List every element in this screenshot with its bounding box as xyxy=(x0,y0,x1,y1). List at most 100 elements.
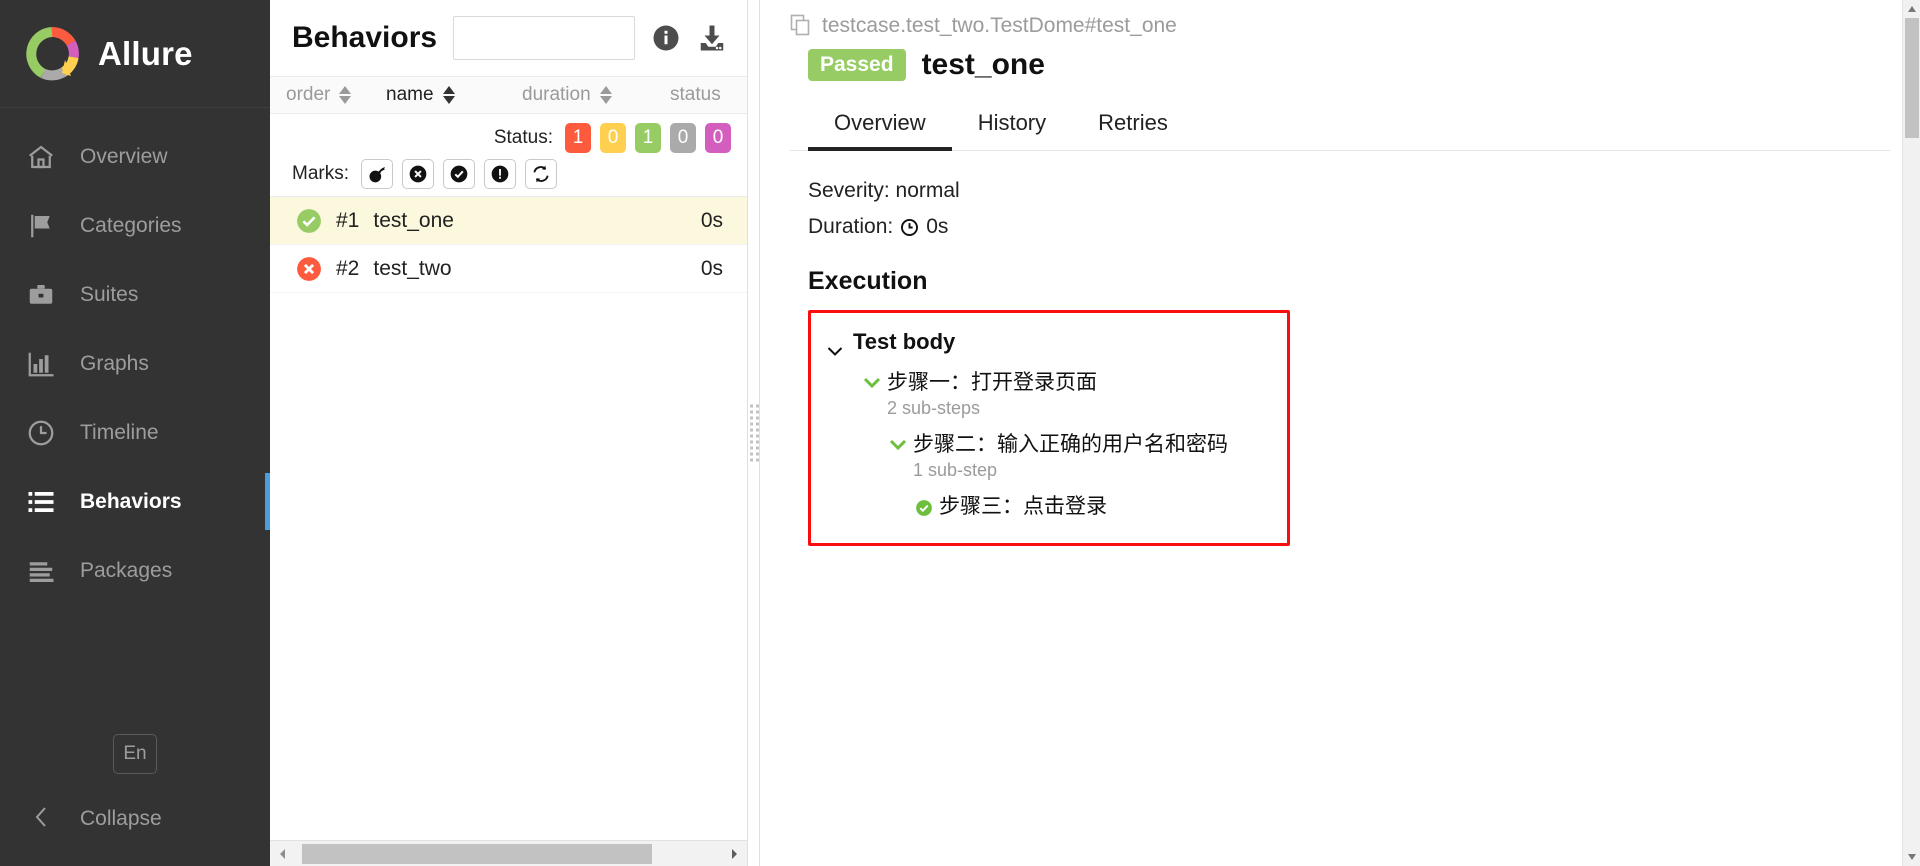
sidebar-item-label: Timeline xyxy=(80,420,159,444)
sidebar-item-graphs[interactable]: Graphs xyxy=(0,329,270,398)
column-label: duration xyxy=(522,84,591,105)
row-duration: 0s xyxy=(700,256,723,280)
sort-toggle-icon[interactable] xyxy=(339,85,352,105)
sidebar-item-label: Suites xyxy=(80,282,139,306)
status-filter-label: Status: xyxy=(493,127,553,148)
scroll-left-arrow-icon[interactable] xyxy=(270,841,296,866)
column-header-name[interactable]: name xyxy=(386,84,514,106)
panel-title: Behaviors xyxy=(292,21,438,54)
breadcrumb-text: testcase.test_two.TestDome#test_one xyxy=(822,14,1177,37)
sidebar-item-categories[interactable]: Categories xyxy=(0,191,270,260)
scrollbar-track[interactable] xyxy=(296,841,721,866)
window-vertical-scrollbar[interactable] xyxy=(1902,0,1920,866)
sidebar-nav: Overview Categories Suites Graphs Timeli… xyxy=(0,108,270,605)
status-chip-skipped[interactable]: 0 xyxy=(670,123,696,153)
sidebar: Allure Overview Categories Suites Graphs… xyxy=(0,0,270,866)
sidebar-item-label: Categories xyxy=(80,213,182,237)
list-icon xyxy=(26,487,56,517)
status-chip-unknown[interactable]: 0 xyxy=(705,123,731,153)
search-input[interactable] xyxy=(454,17,634,59)
status-chip-broken[interactable]: 0 xyxy=(600,123,626,153)
sidebar-item-label: Overview xyxy=(80,144,168,168)
test-body-label: Test body xyxy=(853,329,956,354)
test-body-container: Test body 步骤一：打开登录页面 2 sub-steps 步骤二：输入正… xyxy=(808,310,1290,547)
clock-icon xyxy=(900,218,919,237)
behaviors-panel-header: Behaviors xyxy=(270,0,747,76)
test-list: #1 test_one 0s #2 test_two 0s xyxy=(270,196,747,840)
brand-header[interactable]: Allure xyxy=(0,0,270,108)
collapse-button[interactable]: Collapse xyxy=(0,796,270,842)
tab-label: Retries xyxy=(1098,110,1168,135)
execution-heading: Execution xyxy=(808,267,928,295)
marks-filter-row: Marks: xyxy=(270,156,747,192)
chevron-down-green-icon[interactable] xyxy=(889,437,907,459)
test-detail-panel: testcase.test_two.TestDome#test_one Pass… xyxy=(760,0,1920,866)
sidebar-item-packages[interactable]: Packages xyxy=(0,536,270,605)
column-header-order[interactable]: order xyxy=(286,84,378,106)
circle-exclamation-icon[interactable] xyxy=(484,159,516,189)
panel-splitter[interactable] xyxy=(748,0,760,866)
home-icon xyxy=(26,142,56,172)
splitter-grip[interactable] xyxy=(749,404,759,462)
tab-overview[interactable]: Overview xyxy=(808,100,952,151)
duration-line: Duration: 0s xyxy=(808,209,1890,245)
test-body-toggle[interactable]: Test body xyxy=(811,323,1287,361)
sort-toggle-icon[interactable] xyxy=(599,85,613,105)
column-header-duration[interactable]: duration xyxy=(522,84,662,106)
clock-icon xyxy=(26,418,56,448)
tab-label: History xyxy=(977,110,1047,135)
circle-x-icon[interactable] xyxy=(402,159,434,189)
chevron-down-green-icon[interactable] xyxy=(863,375,881,397)
step-title: 步骤三：点击登录 xyxy=(939,495,1107,519)
status-badge: Passed xyxy=(808,49,906,81)
step-title: 步骤一：打开登录页面 xyxy=(887,371,1097,394)
sidebar-item-behaviors[interactable]: Behaviors xyxy=(0,467,270,536)
column-header-status[interactable]: status xyxy=(670,84,721,106)
tab-label: Overview xyxy=(834,110,926,135)
retry-icon[interactable] xyxy=(525,159,557,189)
sidebar-item-overview[interactable]: Overview xyxy=(0,122,270,191)
step-item[interactable]: 步骤一：打开登录页面 2 sub-steps 0s xyxy=(811,361,1287,423)
step-item[interactable]: 步骤二：输入正确的用户名和密码 1 sub-step 0s xyxy=(811,423,1287,485)
status-chip-passed[interactable]: 1 xyxy=(635,123,661,153)
status-filter-row: Status: 1 0 1 0 0 xyxy=(270,120,747,156)
tab-retries[interactable]: Retries xyxy=(1072,100,1194,150)
language-button[interactable]: En xyxy=(113,734,157,774)
search-input-wrapper[interactable] xyxy=(453,16,635,60)
page-title: test_one xyxy=(921,48,1045,81)
info-icon[interactable] xyxy=(651,23,681,53)
scroll-up-arrow-icon[interactable] xyxy=(1903,0,1920,18)
behaviors-panel: Behaviors order name duration status Sta… xyxy=(270,0,748,866)
step-substeps: 2 sub-steps xyxy=(887,398,981,419)
table-row[interactable]: #2 test_two 0s xyxy=(270,245,747,293)
row-order: #1 xyxy=(336,208,360,232)
table-row[interactable]: #1 test_one 0s xyxy=(270,197,747,245)
step-item[interactable]: 步骤三：点击登录 0s xyxy=(811,485,1287,525)
status-chip-failed[interactable]: 1 xyxy=(565,123,591,153)
circle-check-icon[interactable] xyxy=(443,159,475,189)
flag-icon xyxy=(26,211,56,241)
tab-history[interactable]: History xyxy=(952,100,1072,150)
scrollbar-thumb[interactable] xyxy=(1905,18,1919,138)
horizontal-scrollbar[interactable] xyxy=(270,840,747,866)
breadcrumb[interactable]: testcase.test_two.TestDome#test_one xyxy=(790,0,1890,44)
sidebar-item-suites[interactable]: Suites xyxy=(0,260,270,329)
panel-header-icons xyxy=(651,23,731,53)
marks-filter-label: Marks: xyxy=(292,163,349,184)
bomb-icon[interactable] xyxy=(361,159,393,189)
copy-icon[interactable] xyxy=(790,14,812,38)
step-title: 步骤二：输入正确的用户名和密码 xyxy=(913,433,1228,457)
sort-toggle-icon[interactable] xyxy=(442,85,456,105)
sidebar-item-label: Graphs xyxy=(80,351,149,375)
status-failed-icon xyxy=(296,256,322,282)
download-icon[interactable] xyxy=(697,23,727,53)
column-headers: order name duration status xyxy=(270,76,747,114)
duration-label: Duration: xyxy=(808,215,894,238)
scrollbar-thumb[interactable] xyxy=(302,843,652,864)
step-substeps: 1 sub-step xyxy=(913,460,998,481)
sidebar-item-timeline[interactable]: Timeline xyxy=(0,398,270,467)
detail-title-row: Passed test_one xyxy=(790,44,1890,90)
scroll-right-arrow-icon[interactable] xyxy=(721,841,747,866)
scroll-down-arrow-icon[interactable] xyxy=(1903,848,1920,866)
column-label: status xyxy=(670,84,721,105)
